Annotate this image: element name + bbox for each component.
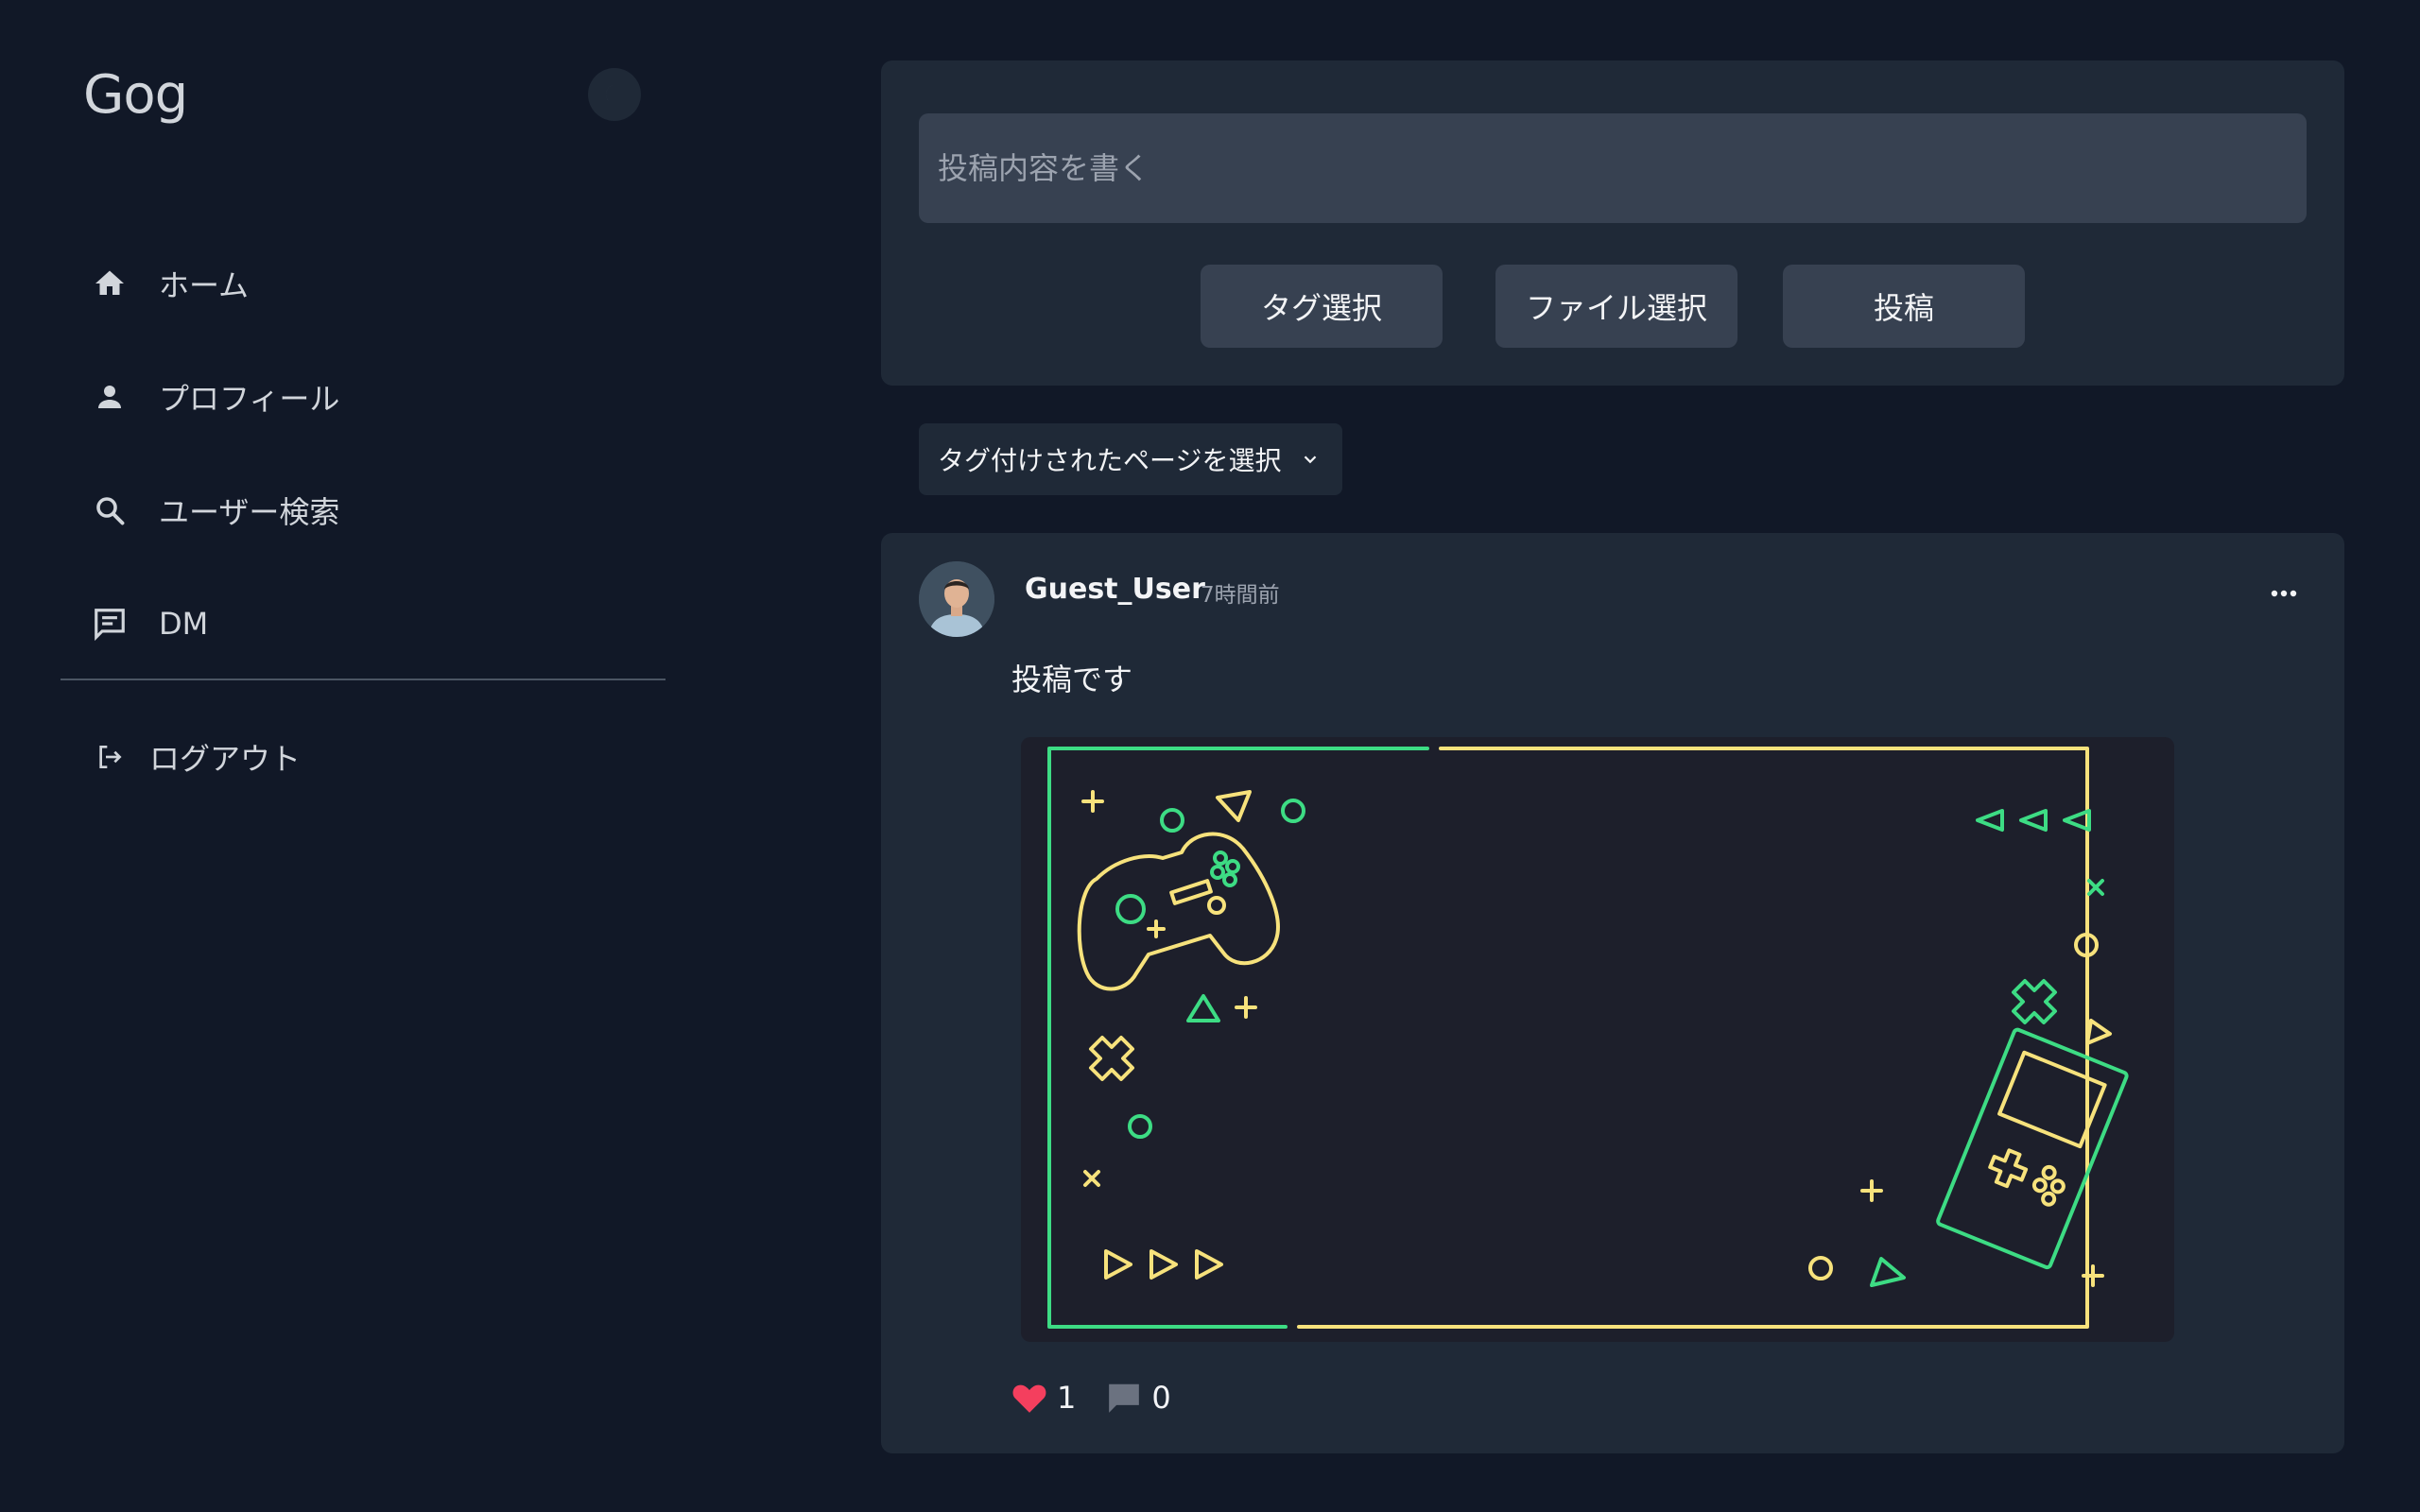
post-actions: 1 0 [1011,1380,1201,1416]
nav-label-home: ホーム [159,267,250,303]
post-content-input[interactable] [919,113,2307,223]
main-nav: ホーム プロフィール ユーザー検索 DM [91,227,339,680]
post-username[interactable]: Guest_User [1025,573,1205,606]
post-text: 投稿です [1011,662,1133,697]
search-icon [91,491,129,529]
logout-label: ログアウト [149,741,302,777]
logout-icon [91,738,129,776]
tag-page-select[interactable]: タグ付けされたページを選択 [919,423,1342,495]
more-options-icon[interactable] [2261,571,2307,616]
tag-select-button[interactable]: タグ選択 [1201,265,1443,348]
sidebar-divider [60,679,666,680]
chevron-down-icon [1300,449,1321,470]
comment-icon [1109,1383,1140,1413]
home-icon [91,265,129,302]
heart-icon [1012,1384,1046,1413]
nav-item-home[interactable]: ホーム [91,227,339,340]
nav-label-dm: DM [159,606,209,642]
gaming-illustration [1047,747,2129,1329]
nav-label-profile: プロフィール [159,381,340,417]
logout-button[interactable]: ログアウト [91,735,301,779]
message-icon [91,605,129,643]
tag-page-select-label: タグ付けされたページを選択 [938,445,1282,476]
nav-item-user-search[interactable]: ユーザー検索 [91,454,339,567]
nav-label-user-search: ユーザー検索 [159,494,340,530]
app-logo[interactable]: Gog [83,64,188,126]
like-button[interactable]: 1 [1011,1380,1076,1416]
comment-button[interactable]: 0 [1106,1380,1171,1416]
post-card: Guest_User 7時間前 投稿です 1 0 [881,533,2344,1453]
person-icon [91,378,129,416]
sidebar: Gog ホーム プロフィール ユーザー検索 DM ログアウト [0,0,700,1512]
avatar[interactable] [919,561,994,637]
theme-toggle-button[interactable] [588,68,641,121]
comment-count: 0 [1151,1380,1171,1416]
like-count: 1 [1057,1380,1077,1416]
post-image[interactable] [1021,737,2174,1342]
post-button[interactable]: 投稿 [1783,265,2025,348]
file-select-button[interactable]: ファイル選択 [1495,265,1737,348]
nav-item-dm[interactable]: DM [91,567,339,680]
nav-item-profile[interactable]: プロフィール [91,340,339,454]
post-composer: タグ選択 ファイル選択 投稿 [881,60,2344,386]
moon-icon [606,83,617,106]
post-timestamp: 7時間前 [1201,583,1280,608]
